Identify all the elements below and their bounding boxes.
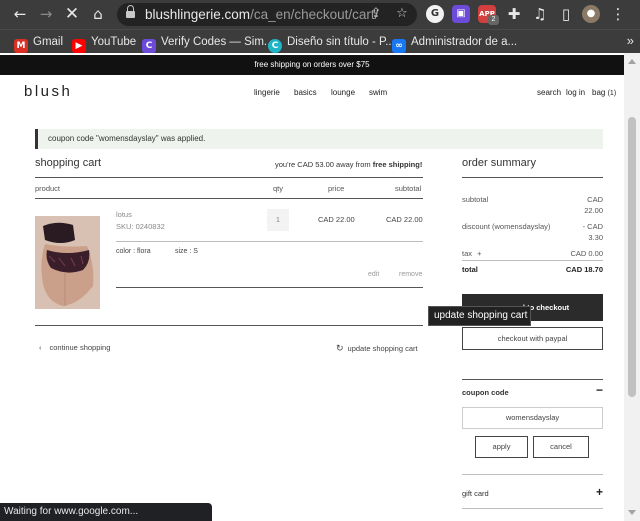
item-subtotal: CAD 22.00 bbox=[386, 215, 423, 224]
search-link[interactable]: search bbox=[537, 88, 561, 97]
discount-value-amount: 3.30 bbox=[588, 233, 603, 242]
profile-avatar-icon[interactable]: ● bbox=[582, 5, 600, 23]
canva-icon: C bbox=[268, 39, 282, 53]
meta-icon: ∞ bbox=[392, 39, 406, 53]
col-subtotal: subtotal bbox=[395, 184, 422, 193]
chat-extension-icon[interactable]: ▣ bbox=[452, 5, 470, 23]
subtotal-label: subtotal bbox=[462, 195, 489, 204]
bookmark-canva[interactable]: C Diseño sin título - P... bbox=[268, 34, 395, 53]
order-summary-title: order summary bbox=[462, 157, 536, 169]
divider bbox=[35, 198, 423, 199]
scrollbar-thumb[interactable] bbox=[628, 117, 636, 397]
google-extension-icon[interactable]: G bbox=[426, 5, 444, 23]
discount-value-currency: - CAD bbox=[582, 222, 603, 231]
total-label: total bbox=[462, 265, 478, 274]
nav-lounge[interactable]: lounge bbox=[331, 88, 355, 97]
col-price: price bbox=[328, 184, 345, 193]
login-link[interactable]: log in bbox=[566, 88, 585, 97]
bag-link[interactable]: bag (1) bbox=[592, 88, 616, 97]
item-color: color : flora bbox=[116, 248, 151, 255]
chevron-left-icon: ‹ bbox=[39, 343, 42, 352]
col-product: product bbox=[35, 184, 61, 193]
total-value: CAD 18.70 bbox=[565, 265, 603, 274]
free-shipping-message: you're CAD 53.00 away from free shipping… bbox=[275, 160, 423, 169]
media-control-icon[interactable]: ♫ bbox=[530, 4, 550, 24]
bookmarks-overflow-icon[interactable]: » bbox=[627, 33, 634, 48]
address-bar[interactable]: blushlingerie.com/ca_en/checkout/cart/ ⇪… bbox=[117, 3, 417, 26]
scroll-down-arrow-icon[interactable] bbox=[628, 510, 636, 515]
product-image[interactable] bbox=[35, 216, 100, 309]
divider bbox=[116, 241, 423, 242]
bookmark-verify-codes[interactable]: C Verify Codes — Sim... bbox=[142, 34, 273, 53]
divider bbox=[462, 379, 603, 380]
discount-label: discount (womensdayslay) bbox=[462, 222, 551, 231]
plus-icon[interactable]: + bbox=[477, 249, 481, 258]
divider bbox=[35, 177, 423, 178]
loading-status-bar: Waiting for www.google.com... bbox=[0, 503, 212, 521]
youtube-icon: ▶ bbox=[72, 39, 86, 53]
extension-badge: 2 bbox=[488, 15, 499, 25]
refresh-icon: ↻ bbox=[336, 343, 344, 353]
divider bbox=[462, 177, 603, 178]
scroll-up-arrow-icon[interactable] bbox=[628, 59, 636, 64]
promo-banner: free shipping on orders over $75 bbox=[0, 55, 624, 75]
page-viewport: free shipping on orders over $75 blush l… bbox=[0, 53, 624, 521]
bookmark-youtube[interactable]: ▶ YouTube bbox=[72, 34, 136, 53]
bookmark-meta[interactable]: ∞ Administrador de a... bbox=[392, 34, 517, 53]
item-price: CAD 22.00 bbox=[318, 215, 355, 224]
gmail-icon: M bbox=[14, 39, 28, 53]
item-name[interactable]: lotus bbox=[116, 210, 132, 219]
verify-icon: C bbox=[142, 39, 156, 53]
divider bbox=[462, 508, 603, 509]
menu-kebab-icon[interactable]: ⋮ bbox=[608, 4, 628, 24]
share-icon[interactable]: ⇪ bbox=[366, 4, 386, 24]
home-icon[interactable]: ⌂ bbox=[88, 4, 108, 24]
bag-count: (1) bbox=[607, 90, 617, 97]
bag-label: bag bbox=[592, 88, 606, 97]
nav-lingerie[interactable]: lingerie bbox=[254, 88, 280, 97]
paypal-checkout-button[interactable]: checkout with paypal bbox=[462, 327, 603, 350]
coupon-code-heading[interactable]: coupon code bbox=[462, 388, 509, 397]
qty-input[interactable]: 1 bbox=[267, 209, 289, 231]
coupon-code-input[interactable]: womensdayslay bbox=[462, 407, 603, 429]
back-arrow-icon[interactable]: ← bbox=[10, 4, 30, 24]
tax-value: CAD 0.00 bbox=[570, 249, 603, 258]
nav-basics[interactable]: basics bbox=[294, 88, 317, 97]
bookmark-star-icon[interactable]: ☆ bbox=[392, 4, 412, 24]
stop-loading-icon[interactable]: ✕ bbox=[62, 4, 82, 24]
bookmark-gmail[interactable]: M Gmail bbox=[14, 34, 63, 53]
item-sku: SKU: 0240832 bbox=[116, 222, 165, 231]
divider bbox=[462, 474, 603, 475]
divider bbox=[35, 325, 423, 326]
remove-item-link[interactable]: remove bbox=[399, 271, 422, 278]
shopping-cart-title: shopping cart bbox=[35, 157, 102, 169]
vertical-scrollbar[interactable] bbox=[624, 53, 640, 521]
lock-icon[interactable] bbox=[126, 5, 135, 19]
apply-coupon-button[interactable]: apply bbox=[475, 436, 528, 458]
browser-toolbar: ← → ✕ ⌂ blushlingerie.com/ca_en/checkout… bbox=[0, 0, 640, 29]
cancel-coupon-button[interactable]: cancel bbox=[533, 436, 589, 458]
url-text[interactable]: blushlingerie.com/ca_en/checkout/cart/ bbox=[145, 7, 378, 22]
update-cart-tooltip: update shopping cart bbox=[428, 306, 531, 326]
subtotal-value-amount: 22.00 bbox=[584, 206, 603, 215]
tax-label: tax + bbox=[462, 249, 482, 258]
update-cart-link[interactable]: ↻ update shopping cart bbox=[336, 343, 418, 354]
item-size: size : S bbox=[175, 248, 198, 255]
edit-item-link[interactable]: edit bbox=[368, 271, 379, 278]
brand-logo[interactable]: blush bbox=[24, 83, 72, 100]
divider bbox=[462, 260, 603, 261]
expand-plus-icon[interactable]: + bbox=[596, 485, 603, 499]
extensions-puzzle-icon[interactable]: ✚ bbox=[504, 4, 524, 24]
forward-arrow-icon[interactable]: → bbox=[36, 4, 56, 24]
gift-card-heading[interactable]: gift card bbox=[462, 489, 489, 498]
subtotal-value-currency: CAD bbox=[587, 195, 603, 204]
collapse-minus-icon[interactable]: − bbox=[596, 383, 603, 397]
divider bbox=[116, 287, 423, 288]
side-panel-icon[interactable]: ▯ bbox=[556, 4, 576, 24]
continue-shopping-link[interactable]: ‹ continue shopping bbox=[39, 343, 110, 352]
col-qty: qty bbox=[273, 184, 284, 193]
coupon-applied-notice: coupon code "womensdayslay" was applied. bbox=[35, 129, 603, 149]
nav-swim[interactable]: swim bbox=[369, 88, 387, 97]
bookmarks-bar: M Gmail ▶ YouTube C Verify Codes — Sim... C… bbox=[0, 29, 640, 53]
